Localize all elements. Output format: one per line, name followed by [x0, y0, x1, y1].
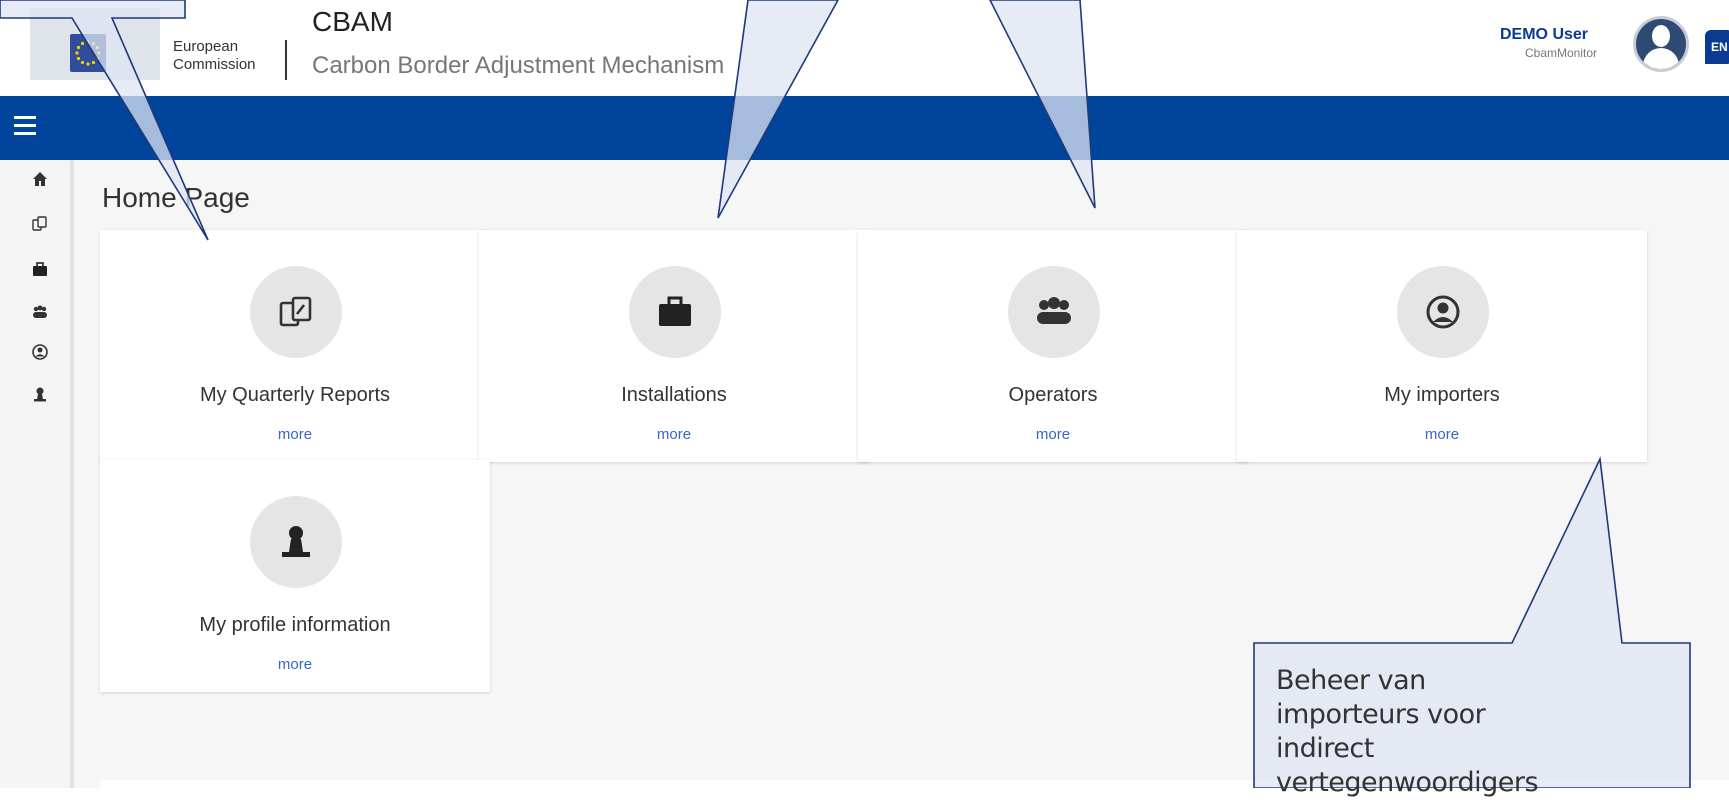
card-label: Operators — [1008, 384, 1098, 406]
more-link[interactable]: more — [858, 426, 1248, 443]
avatar[interactable] — [1633, 16, 1689, 72]
menu-icon[interactable] — [14, 116, 40, 138]
user-icon — [250, 496, 342, 588]
more-link[interactable]: more — [1237, 426, 1647, 443]
reports-icon — [250, 266, 342, 358]
eu-flag-icon — [70, 34, 106, 72]
more-link[interactable]: more — [100, 656, 490, 673]
app-header: European Commission CBAM Carbon Border A… — [0, 0, 1729, 96]
card-label: My importers — [1384, 384, 1500, 406]
card-quarterly-reports[interactable]: My Quarterly Reports more — [100, 230, 490, 462]
home-icon[interactable] — [30, 170, 50, 190]
reports-icon[interactable] — [30, 215, 50, 235]
briefcase-icon[interactable] — [30, 260, 50, 280]
user-circle-icon — [1397, 266, 1489, 358]
group-icon[interactable] — [30, 303, 50, 323]
avatar-body — [1643, 48, 1679, 69]
avatar-head — [1652, 25, 1670, 47]
european-commission-label: European Commission — [173, 38, 256, 74]
briefcase-icon — [629, 266, 721, 358]
app-subtitle: Carbon Border Adjustment Mechanism — [312, 52, 725, 79]
card-profile-information[interactable]: My profile information more — [100, 460, 490, 692]
card-operators[interactable]: Operators more — [858, 230, 1248, 462]
page-title: Home Page — [102, 182, 250, 213]
user-name[interactable]: DEMO User — [1500, 26, 1588, 44]
top-navigation-bar — [0, 96, 1729, 160]
language-button[interactable]: EN — [1705, 30, 1729, 64]
callout-text: Beheer van importeurs voor indirect vert… — [1276, 665, 1539, 798]
card-label: My profile information — [199, 614, 391, 636]
card-label: My Quarterly Reports — [199, 384, 391, 406]
logo-divider — [285, 40, 287, 80]
card-my-importers[interactable]: My importers more — [1237, 230, 1647, 462]
card-label: Installations — [621, 384, 727, 406]
group-icon — [1008, 266, 1100, 358]
org-line1: European — [173, 38, 239, 55]
user-icon[interactable] — [30, 386, 50, 406]
user-circle-icon[interactable] — [30, 343, 50, 363]
app-title: CBAM — [312, 6, 393, 37]
sidebar — [0, 160, 74, 788]
card-installations[interactable]: Installations more — [479, 230, 869, 462]
more-link[interactable]: more — [100, 426, 490, 443]
user-role: CbamMonitor — [1525, 46, 1598, 60]
more-link[interactable]: more — [479, 426, 869, 443]
org-line2: Commission — [173, 56, 256, 73]
